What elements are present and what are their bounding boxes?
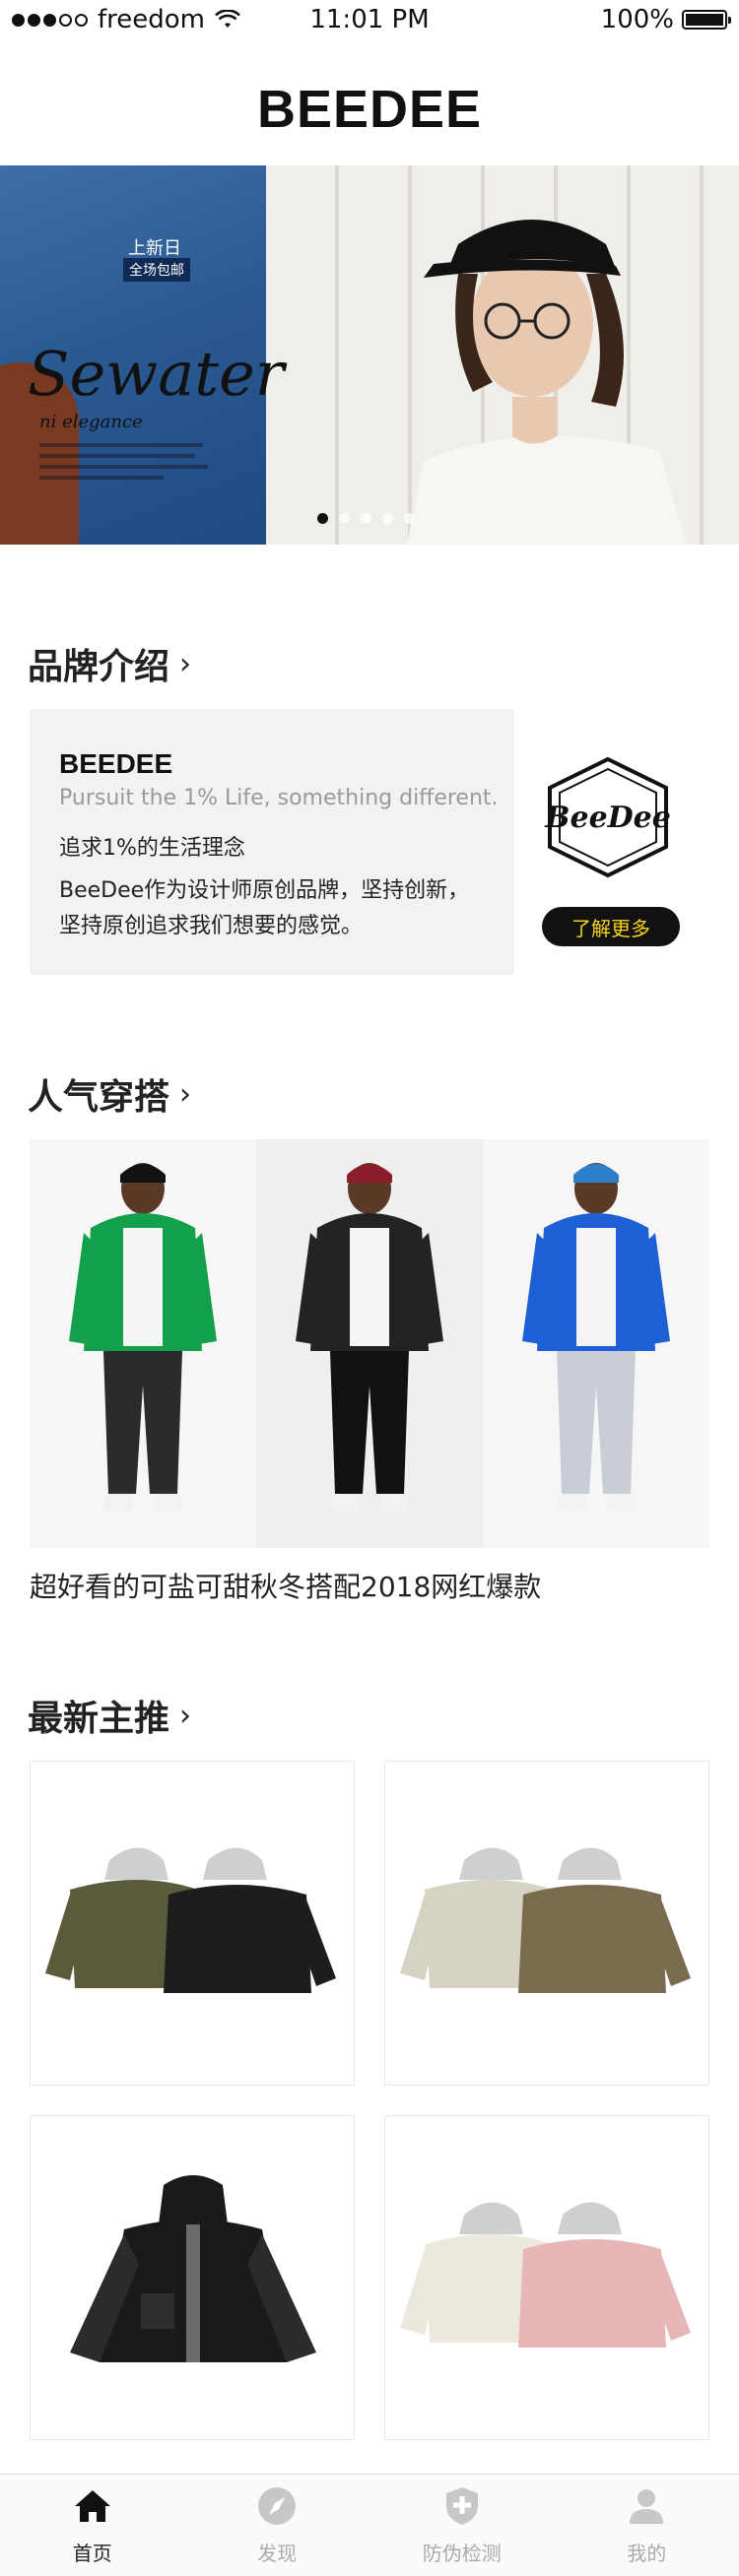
banner-shipping-tag: 全场包邮	[123, 258, 190, 282]
product-image	[400, 2202, 691, 2348]
banner-script-subtitle: ni elegance	[39, 412, 143, 432]
hero-banner[interactable]: 上新日 全场包邮 Sewater ni elegance	[0, 165, 739, 545]
carousel-dot[interactable]	[339, 513, 350, 524]
status-right: 100%	[471, 5, 731, 34]
wifi-icon	[215, 10, 240, 28]
brand-tagline: Pursuit the 1% Life, something different…	[59, 786, 499, 810]
app-title: BEEDEE	[256, 80, 483, 139]
clock: 11:01 PM	[309, 5, 430, 34]
outfit-model-image	[522, 1163, 670, 1512]
outfit-model-image	[69, 1163, 217, 1512]
signal-strength-icon	[12, 13, 88, 27]
carrier-name: freedom	[98, 5, 206, 34]
bottom-tab-bar: 首页 发现 防伪检测 我的	[0, 2474, 739, 2576]
carousel-dot[interactable]	[382, 513, 393, 524]
shield-plus-icon	[440, 2484, 484, 2532]
outfit-photo[interactable]	[256, 1139, 483, 1548]
carousel-dot[interactable]	[361, 513, 371, 524]
banner-script-title: Sewater	[28, 338, 285, 410]
popular-section-header[interactable]: 人气穿搭 ›	[28, 1068, 191, 1120]
outfit-photo[interactable]	[30, 1139, 256, 1548]
compass-icon	[255, 2484, 299, 2532]
product-card[interactable]	[30, 2115, 355, 2440]
product-image	[70, 2175, 316, 2362]
banner-model-image	[407, 220, 686, 545]
product-card[interactable]	[30, 1761, 355, 2086]
products-section-header[interactable]: 最新主推 ›	[28, 1690, 191, 1741]
tab-label: 首页	[72, 2542, 112, 2565]
carousel-indicator[interactable]	[317, 513, 415, 524]
brand-section-title: 品牌介绍	[28, 647, 170, 687]
products-section-title: 最新主推	[28, 1699, 170, 1739]
tab-label: 防伪检测	[422, 2542, 502, 2565]
brand-description: BeeDee作为设计师原创品牌，坚持创新， 坚持原创追求我们想要的感觉。	[59, 873, 485, 944]
status-left: freedom	[12, 5, 268, 34]
tab-compass[interactable]: 发现	[185, 2475, 370, 2576]
brand-philosophy: 追求1%的生活理念	[59, 836, 245, 861]
brand-description-line-1: BeeDee作为设计师原创品牌，坚持创新，	[59, 878, 470, 903]
product-image	[400, 1847, 691, 1993]
outfit-gallery[interactable]	[30, 1139, 709, 1548]
user-icon	[625, 2484, 668, 2532]
tab-user[interactable]: 我的	[555, 2475, 739, 2576]
brand-name: BEEDEE	[59, 748, 173, 779]
brand-intro-card: BEEDEE Pursuit the 1% Life, something di…	[30, 709, 514, 975]
chevron-right-icon: ›	[179, 646, 192, 681]
banner-fine-print	[39, 443, 217, 486]
logo-text: BeeDee	[544, 801, 671, 835]
outfit-photo[interactable]	[483, 1139, 709, 1548]
home-icon	[71, 2484, 114, 2532]
tab-shield-plus[interactable]: 防伪检测	[370, 2475, 555, 2576]
popular-section-title: 人气穿搭	[28, 1077, 170, 1118]
carousel-dot[interactable]	[404, 513, 415, 524]
tab-label: 发现	[257, 2542, 298, 2565]
outfit-caption[interactable]: 超好看的可盐可甜秋冬搭配2018网红爆款	[30, 1566, 541, 1605]
carousel-dot[interactable]	[317, 513, 328, 524]
tab-home[interactable]: 首页	[0, 2475, 185, 2576]
chevron-right-icon: ›	[179, 1698, 192, 1733]
chevron-right-icon: ›	[179, 1076, 192, 1112]
status-bar: freedom 11:01 PM 100%	[0, 0, 739, 39]
learn-more-button[interactable]: 了解更多	[542, 907, 680, 946]
battery-percent: 100%	[600, 5, 674, 34]
product-card[interactable]	[384, 1761, 709, 2086]
outfit-model-image	[296, 1163, 443, 1512]
tab-label: 我的	[627, 2542, 667, 2565]
brand-section-header[interactable]: 品牌介绍 ›	[28, 638, 191, 689]
product-image	[45, 1847, 336, 1993]
battery-icon	[682, 10, 731, 30]
beedee-logo: BeeDee	[544, 756, 671, 878]
brand-description-line-2: 坚持原创追求我们想要的感觉。	[59, 914, 364, 938]
product-card[interactable]	[384, 2115, 709, 2440]
banner-new-tag: 上新日	[128, 238, 181, 259]
